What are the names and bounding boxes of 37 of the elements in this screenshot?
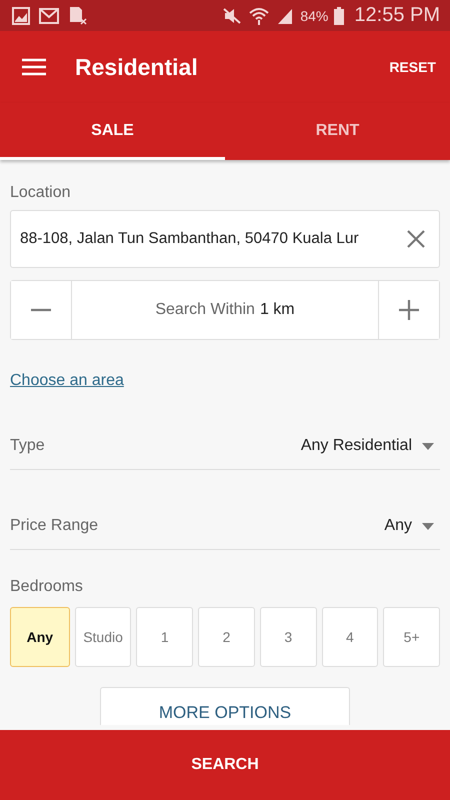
location-label: Location <box>10 184 72 202</box>
plus-icon <box>399 300 419 320</box>
image-icon <box>12 6 30 24</box>
radius-value: 1 km <box>260 301 295 319</box>
radius-label: Search Within <box>155 301 255 319</box>
signal-icon <box>276 6 294 24</box>
sim-card-icon <box>68 6 88 26</box>
mute-icon <box>222 6 242 24</box>
menu-button[interactable] <box>22 58 46 76</box>
dropdown-arrow-icon <box>422 522 434 530</box>
dropdown-arrow-icon <box>422 442 434 450</box>
location-field[interactable]: 88-108, Jalan Tun Sambanthan, 50470 Kuala Lur <box>10 210 440 268</box>
choose-area-link[interactable]: Choose an area <box>10 372 124 390</box>
search-button[interactable]: SEARCH <box>0 730 450 800</box>
mail-icon <box>39 8 59 24</box>
more-options-button[interactable]: MORE OPTIONS <box>100 687 350 725</box>
clock-time: 12:55 PM <box>354 4 440 27</box>
bedroom-option[interactable]: 1 <box>136 607 194 667</box>
close-icon[interactable] <box>406 229 426 249</box>
bedroom-option[interactable]: Any <box>10 607 70 667</box>
bedroom-option[interactable]: 5+ <box>383 607 440 667</box>
bedroom-option[interactable]: Studio <box>74 607 132 667</box>
app-title: Residential <box>75 54 199 80</box>
filter-dropdown[interactable]: Price Range Any <box>10 470 440 550</box>
filter-dropdown[interactable]: Type Any Residential <box>10 390 440 470</box>
battery-percent: 84% <box>300 8 328 24</box>
tab[interactable]: SALE <box>0 103 225 160</box>
menu-icon <box>22 58 46 76</box>
bedroom-option[interactable]: 3 <box>260 607 317 667</box>
battery-icon <box>334 6 344 24</box>
bedrooms-label: Bedrooms <box>10 578 84 596</box>
wifi-icon <box>248 6 270 26</box>
bedroom-option[interactable]: 4 <box>322 607 378 667</box>
minus-icon <box>31 308 51 312</box>
bedroom-option[interactable]: 2 <box>198 607 255 667</box>
reset-button[interactable]: RESET <box>389 55 436 79</box>
tab[interactable]: RENT <box>225 103 450 160</box>
